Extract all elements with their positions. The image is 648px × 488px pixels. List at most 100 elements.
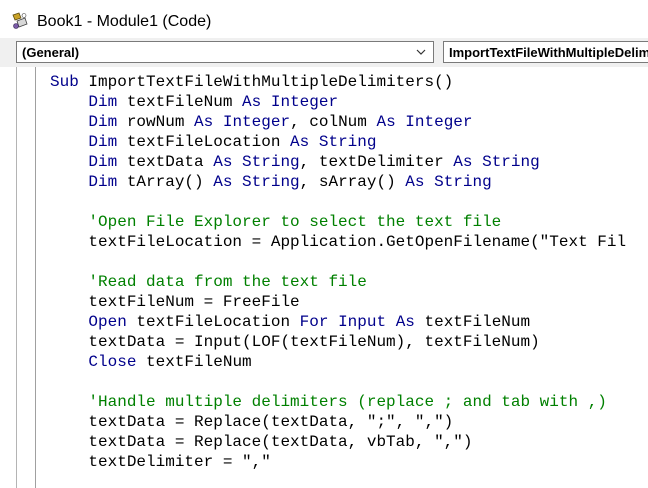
code-keyword: As — [290, 133, 310, 151]
code-line[interactable]: textFileLocation = Application.GetOpenFi… — [50, 232, 626, 252]
code-line[interactable]: textData = Replace(textData, vbTab, ",") — [50, 432, 626, 452]
code-line[interactable] — [50, 192, 626, 212]
code-line[interactable]: 'Handle multiple delimiters (replace ; a… — [50, 392, 626, 412]
code-token: textDelimiter = "," — [50, 453, 271, 471]
code-token: textData = Replace(textData, vbTab, ",") — [50, 433, 473, 451]
code-line[interactable]: Close textFileNum — [50, 352, 626, 372]
code-keyword: Dim — [88, 153, 118, 171]
code-keyword: As — [213, 153, 233, 171]
code-line[interactable]: Sub ImportTextFileWithMultipleDelimiters… — [50, 72, 626, 92]
code-token: textFileLocation = Application.GetOpenFi… — [50, 233, 627, 251]
code-token: rowNum — [117, 113, 195, 131]
code-keyword: Dim — [88, 113, 118, 131]
code-token: ImportTextFileWithMultipleDelimiters() — [78, 73, 454, 91]
code-comment: 'Handle multiple delimiters (replace ; a… — [88, 393, 607, 411]
code-keyword: Dim — [88, 93, 118, 111]
code-text[interactable]: Sub ImportTextFileWithMultipleDelimiters… — [50, 72, 626, 472]
code-line[interactable]: 'Read data from the text file — [50, 272, 626, 292]
code-keyword: Integer — [405, 113, 473, 131]
code-line[interactable] — [50, 252, 626, 272]
window-title: Book1 - Module1 (Code) — [37, 13, 212, 30]
code-token: tArray() — [117, 173, 214, 191]
code-line[interactable]: Dim textFileNum As Integer — [50, 92, 626, 112]
code-keyword: String — [242, 153, 300, 171]
code-token: , textDelimiter — [299, 153, 454, 171]
title-bar: Book1 - Module1 (Code) — [0, 0, 648, 38]
code-line[interactable]: Dim tArray() As String, sArray() As Stri… — [50, 172, 626, 192]
code-token: textFileNum — [414, 313, 531, 331]
code-line[interactable]: textData = Replace(textData, ";", ",") — [50, 412, 626, 432]
code-line[interactable]: textData = Input(LOF(textFileNum), textF… — [50, 332, 626, 352]
code-keyword: As — [194, 113, 214, 131]
code-keyword: Input — [338, 313, 387, 331]
code-token: textFileNum = FreeFile — [50, 293, 300, 311]
code-token: textData = Input(LOF(textFileNum), textF… — [50, 333, 540, 351]
vba-module-icon — [11, 12, 29, 30]
code-line[interactable] — [50, 372, 626, 392]
margin-indicator-bar[interactable] — [16, 67, 36, 488]
code-keyword: As — [405, 173, 425, 191]
code-line[interactable]: 'Open File Explorer to select the text f… — [50, 212, 626, 232]
code-token: , colNum — [290, 113, 377, 131]
code-keyword: As — [376, 113, 396, 131]
procedure-combo-value: ImportTextFileWithMultipleDelimiters — [449, 45, 648, 60]
procedure-combo[interactable]: ImportTextFileWithMultipleDelimiters — [443, 41, 648, 63]
code-keyword: Dim — [88, 173, 118, 191]
code-line[interactable]: textFileNum = FreeFile — [50, 292, 626, 312]
code-line[interactable]: textDelimiter = "," — [50, 452, 626, 472]
code-keyword: As — [213, 173, 233, 191]
code-keyword: String — [242, 173, 300, 191]
code-line[interactable]: Dim rowNum As Integer, colNum As Integer — [50, 112, 626, 132]
code-keyword: String — [318, 133, 377, 151]
code-line[interactable]: Open textFileLocation For Input As textF… — [50, 312, 626, 332]
code-token: textFileNum — [136, 353, 252, 371]
code-comment: 'Read data from the text file — [88, 273, 367, 291]
code-keyword: Dim — [88, 133, 118, 151]
code-comment: 'Open File Explorer to select the text f… — [88, 213, 502, 231]
code-keyword: As — [242, 93, 262, 111]
code-keyword: String — [434, 173, 492, 191]
code-line[interactable]: Dim textFileLocation As String — [50, 132, 626, 152]
code-token: textData = Replace(textData, ";", ",") — [50, 413, 454, 431]
code-keyword: Integer — [222, 113, 291, 131]
code-token: textFileLocation — [126, 313, 300, 331]
code-dropdown-bar: (General) ImportTextFileWithMultipleDeli… — [0, 38, 648, 67]
code-keyword: As — [453, 153, 473, 171]
code-keyword: For — [299, 313, 329, 331]
object-combo-value: (General) — [22, 45, 80, 60]
object-combo[interactable]: (General) — [16, 41, 434, 63]
code-keyword: String — [482, 153, 540, 171]
code-token: textFileNum — [117, 93, 243, 111]
code-keyword: Open — [88, 313, 127, 331]
code-token: textData — [117, 153, 214, 171]
code-editor[interactable]: Sub ImportTextFileWithMultipleDelimiters… — [0, 67, 648, 488]
code-token: , sArray() — [299, 173, 406, 191]
code-token: textFileLocation — [117, 133, 291, 151]
code-keyword: Integer — [270, 93, 339, 111]
code-keyword: Close — [88, 353, 137, 371]
code-line[interactable]: Dim textData As String, textDelimiter As… — [50, 152, 626, 172]
chevron-down-icon[interactable] — [415, 45, 427, 59]
code-keyword: Sub — [50, 73, 79, 91]
code-keyword: As — [395, 313, 415, 331]
